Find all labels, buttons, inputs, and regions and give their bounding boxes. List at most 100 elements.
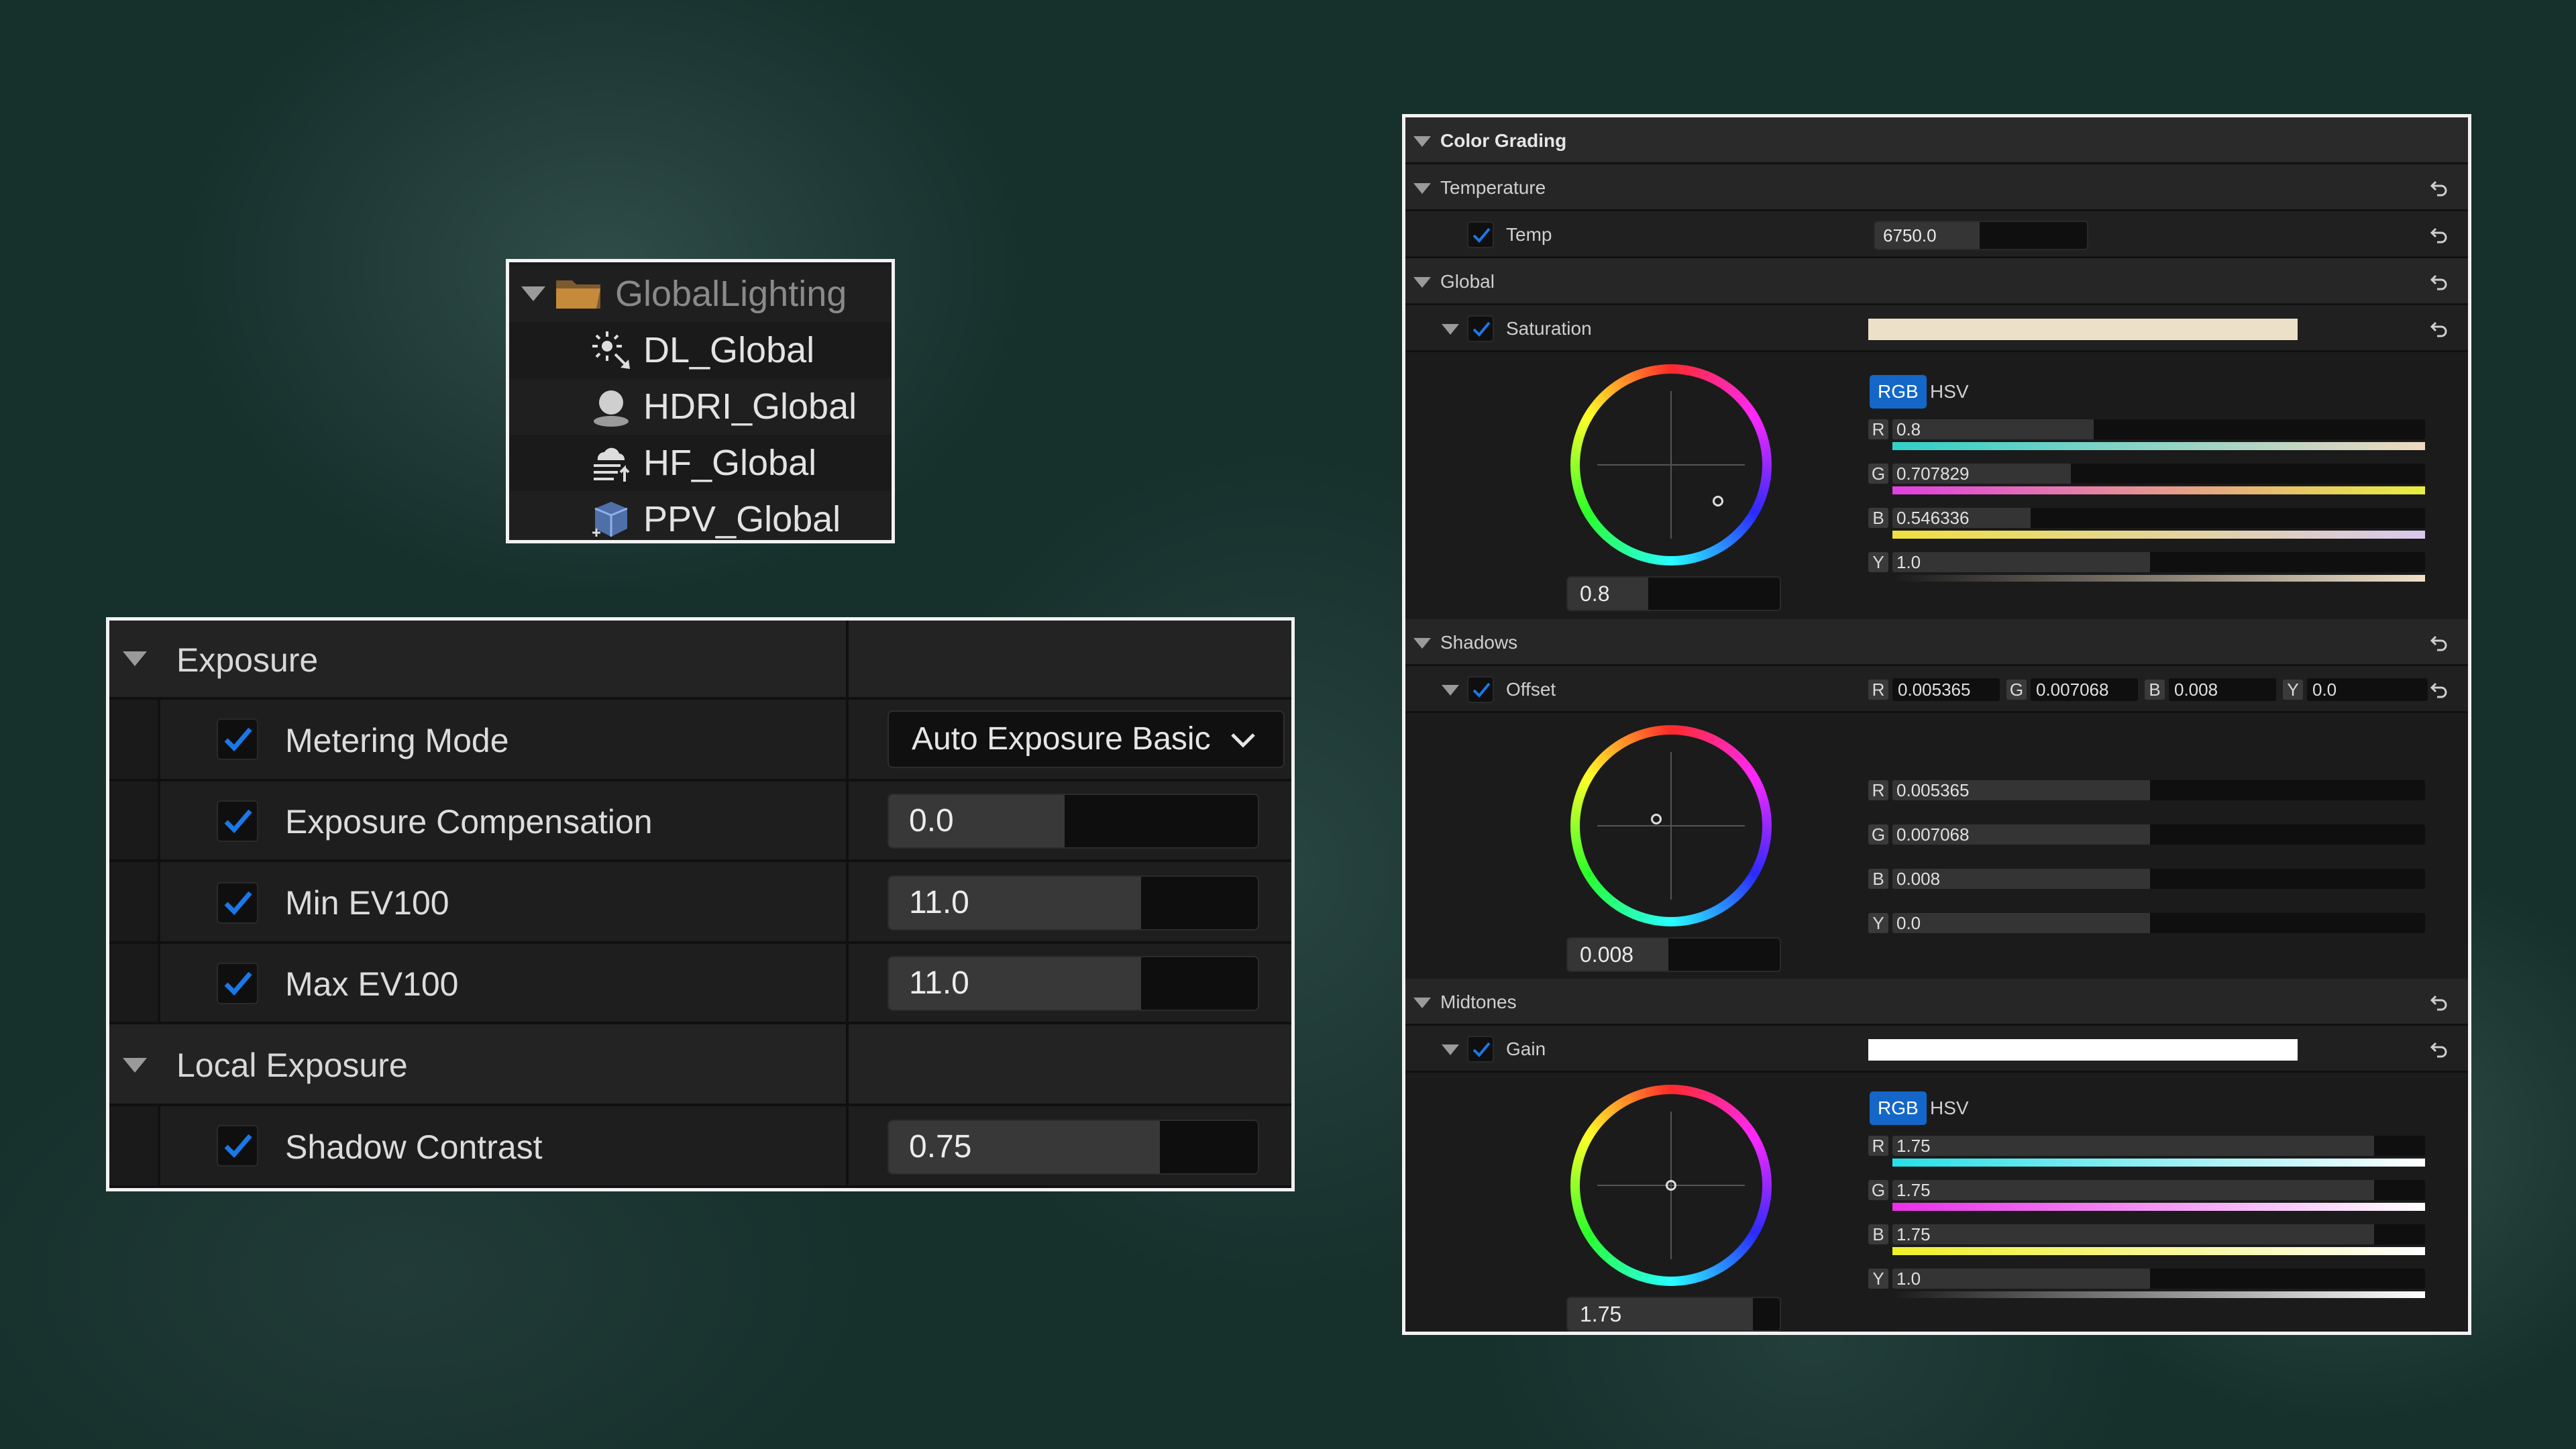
- outliner-item[interactable]: HF_Global: [509, 435, 892, 491]
- collapse-arrow-icon[interactable]: [1413, 998, 1431, 1008]
- collapse-arrow-icon[interactable]: [1442, 324, 1459, 335]
- saturation-color-wheel[interactable]: [1570, 364, 1772, 566]
- shadow-contrast-input[interactable]: 0.75: [888, 1120, 1259, 1175]
- max-ev100-row: Max EV100 11.0: [109, 944, 1291, 1024]
- folder-icon: [556, 280, 600, 309]
- min-ev100-value: 11.0: [909, 885, 969, 920]
- shadows-label: Shadows: [1440, 632, 1518, 653]
- outliner-item[interactable]: DL_Global: [509, 322, 892, 378]
- checkmark-icon: [224, 727, 252, 752]
- reset-to-default-icon[interactable]: [2429, 319, 2449, 339]
- checkmark-icon: [224, 971, 252, 996]
- collapse-arrow-icon[interactable]: [123, 651, 147, 666]
- outliner-item-label: HDRI_Global: [643, 386, 857, 427]
- global-wheel-section: 0.8 RGB HSV R 0.8 G 0.707829 B 0.546336 …: [1405, 352, 2468, 619]
- outliner-panel: GlobalLighting DL_Global HDRI_Global HF_…: [506, 259, 895, 543]
- reset-to-default-icon[interactable]: [2429, 178, 2449, 198]
- temp-input[interactable]: 6750.0: [1874, 221, 2088, 250]
- min-ev100-checkbox[interactable]: [217, 882, 258, 924]
- collapse-arrow-icon[interactable]: [123, 1058, 147, 1073]
- checkmark-icon: [1472, 1042, 1491, 1057]
- shadow-contrast-value: 0.75: [909, 1129, 972, 1165]
- collapse-arrow-icon[interactable]: [521, 286, 545, 301]
- exposure-compensation-checkbox[interactable]: [217, 800, 258, 842]
- reset-to-default-icon[interactable]: [2429, 633, 2449, 653]
- saturation-checkbox[interactable]: [1467, 315, 1494, 342]
- gain-color-swatch[interactable]: [1868, 1039, 2298, 1061]
- gain-checkbox[interactable]: [1467, 1036, 1494, 1063]
- local-exposure-category-row[interactable]: Local Exposure: [109, 1024, 1291, 1106]
- offset-color-wheel[interactable]: [1570, 725, 1772, 926]
- collapse-arrow-icon[interactable]: [1413, 277, 1431, 288]
- gain-wheel-value: 1.75: [1580, 1302, 1622, 1326]
- outliner-folder-row[interactable]: GlobalLighting: [509, 266, 892, 322]
- checkmark-icon: [224, 891, 252, 916]
- outliner-item-label: DL_Global: [643, 330, 815, 370]
- shadows-wheel-section: 0.008 R 0.005365 G 0.007068 B 0.008 Y 0.…: [1405, 713, 2468, 979]
- reset-to-default-icon[interactable]: [2429, 992, 2449, 1012]
- collapse-arrow-icon[interactable]: [1442, 1044, 1459, 1055]
- min-ev100-input[interactable]: 11.0: [888, 875, 1259, 930]
- metering-mode-dropdown[interactable]: Auto Exposure Basic: [888, 710, 1285, 768]
- collapse-arrow-icon[interactable]: [1442, 685, 1459, 696]
- exposure-compensation-input[interactable]: 0.0: [888, 794, 1259, 849]
- offset-row: Offset R 0.005365 G 0.007068 B 0.008 Y 0.0: [1405, 666, 2468, 713]
- temp-label: Temp: [1506, 224, 1552, 245]
- exposure-compensation-label: Exposure Compensation: [285, 803, 653, 841]
- wheel-picker-handle[interactable]: [1651, 814, 1662, 824]
- metering-mode-label: Metering Mode: [285, 722, 509, 759]
- max-ev100-input[interactable]: 11.0: [888, 956, 1259, 1011]
- color-grading-category-row[interactable]: Color Grading: [1405, 117, 2468, 164]
- max-ev100-label: Max EV100: [285, 965, 459, 1003]
- temp-checkbox[interactable]: [1467, 221, 1494, 248]
- folder-label: GlobalLighting: [615, 274, 847, 314]
- shadows-group-row[interactable]: Shadows: [1405, 619, 2468, 666]
- reset-to-default-icon[interactable]: [2429, 272, 2449, 292]
- outliner-item[interactable]: PPV_Global: [509, 491, 892, 540]
- reset-to-default-icon[interactable]: [2429, 225, 2449, 245]
- reset-to-default-icon[interactable]: [2429, 1039, 2449, 1059]
- hsv-mode-button[interactable]: HSV: [1930, 1091, 1969, 1125]
- midtones-label: Midtones: [1440, 991, 1517, 1012]
- temp-row: Temp 6750.0: [1405, 211, 2468, 258]
- collapse-arrow-icon[interactable]: [1413, 638, 1431, 649]
- midtones-group-row[interactable]: Midtones: [1405, 979, 2468, 1026]
- max-ev100-value: 11.0: [909, 965, 969, 1001]
- hsv-mode-button[interactable]: HSV: [1930, 375, 1969, 409]
- gain-row: Gain: [1405, 1026, 2468, 1073]
- temperature-label: Temperature: [1440, 177, 1546, 198]
- global-label: Global: [1440, 271, 1495, 292]
- global-group-row[interactable]: Global: [1405, 258, 2468, 305]
- rgb-mode-button[interactable]: RGB: [1870, 375, 1927, 409]
- offset-wheel-input[interactable]: 0.008: [1566, 937, 1781, 972]
- collapse-arrow-icon[interactable]: [1413, 183, 1431, 194]
- min-ev100-row: Min EV100 11.0: [109, 862, 1291, 944]
- checkmark-icon: [1472, 682, 1491, 698]
- outliner-item-label: HF_Global: [643, 443, 817, 483]
- post-process-volume-icon: [592, 502, 628, 537]
- shadow-contrast-row: Shadow Contrast 0.75: [109, 1106, 1291, 1188]
- rgb-mode-button[interactable]: RGB: [1870, 1091, 1927, 1125]
- shadow-contrast-checkbox[interactable]: [217, 1125, 258, 1167]
- chevron-down-icon: [1231, 733, 1255, 748]
- temp-value: 6750.0: [1883, 225, 1937, 246]
- outliner-item[interactable]: HDRI_Global: [509, 378, 892, 435]
- wheel-picker-handle[interactable]: [1713, 496, 1723, 506]
- offset-checkbox[interactable]: [1467, 676, 1494, 703]
- gain-color-wheel[interactable]: [1570, 1085, 1772, 1286]
- local-exposure-category-label: Local Exposure: [176, 1046, 408, 1084]
- shadow-contrast-label: Shadow Contrast: [285, 1128, 543, 1166]
- metering-mode-row: Metering Mode Auto Exposure Basic: [109, 700, 1291, 782]
- temperature-group-row[interactable]: Temperature: [1405, 164, 2468, 211]
- saturation-wheel-input[interactable]: 0.8: [1566, 576, 1781, 611]
- saturation-color-swatch[interactable]: [1868, 319, 2298, 340]
- collapse-arrow-icon[interactable]: [1413, 136, 1431, 147]
- metering-mode-checkbox[interactable]: [217, 718, 258, 760]
- reset-to-default-icon[interactable]: [2429, 680, 2449, 700]
- exposure-category-label: Exposure: [176, 641, 319, 679]
- exposure-category-row[interactable]: Exposure: [109, 621, 1291, 700]
- min-ev100-label: Min EV100: [285, 884, 449, 922]
- max-ev100-checkbox[interactable]: [217, 963, 258, 1004]
- wheel-picker-handle[interactable]: [1666, 1180, 1676, 1191]
- gain-wheel-input[interactable]: 1.75: [1566, 1297, 1781, 1332]
